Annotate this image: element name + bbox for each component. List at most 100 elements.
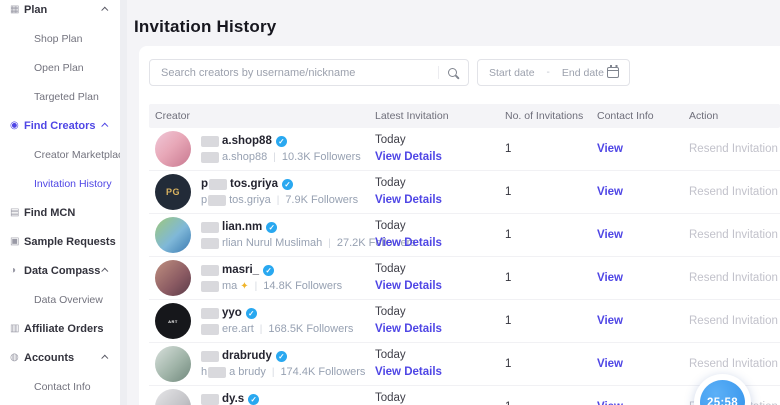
creator-cell[interactable]: masri_ ✓ ma ✦ | 14.8K Followers (155, 260, 375, 296)
creator-search-box[interactable] (149, 59, 469, 86)
creator-handle: tos.griya (230, 177, 278, 192)
sidebar-item-invitation-history[interactable]: Invitation History (0, 169, 120, 198)
sidebar-item-label: Targeted Plan (34, 91, 99, 103)
creator-avatar (155, 389, 191, 405)
view-details-link[interactable]: View Details (375, 279, 505, 294)
view-details-link[interactable]: View Details (375, 150, 505, 165)
creator-sub-line: h a brudy | 174.4K Followers (201, 365, 365, 380)
creator-avatar (155, 217, 191, 253)
view-details-link[interactable]: View Details (375, 322, 505, 337)
chevron-up-icon (101, 355, 108, 362)
follower-count: 14.8K Followers (263, 279, 342, 294)
creator-cell[interactable]: ART yyo ✓ ere.art | 168.5K Followers (155, 303, 375, 339)
follower-count: 174.4K Followers (280, 365, 365, 380)
view-details-link[interactable]: View Details (375, 236, 505, 251)
start-date-field[interactable]: Start date (489, 67, 535, 79)
sidebar-item-targeted-plan[interactable]: Targeted Plan (0, 82, 120, 111)
invitation-count: 1 (505, 272, 597, 284)
creator-nickname: a brudy (229, 365, 266, 380)
page-title: Invitation History (127, 0, 780, 37)
contact-view-link[interactable]: View (597, 358, 689, 370)
sidebar-item-data-compass[interactable]: ◑Data Compass (0, 256, 120, 285)
resend-invitation-button[interactable]: Resend Invitation (689, 315, 780, 327)
resend-invitation-button[interactable]: Resend Invitation (689, 272, 780, 284)
sidebar-item-label: Sample Requests (24, 236, 116, 248)
sidebar-item-accounts[interactable]: ◍Accounts (0, 343, 120, 372)
table-body: a.shop88 ✓ a.shop88 | 10.3K Followers To… (149, 128, 780, 405)
calendar-icon[interactable] (607, 67, 619, 78)
sidebar-item-label: Plan (24, 4, 47, 16)
sidebar-item-plan[interactable]: ▦Plan (0, 0, 120, 24)
col-header-contact-info: Contact Info (597, 110, 689, 122)
contact-view-link[interactable]: View (597, 229, 689, 241)
table-row: lian.nm ✓ rlian Nurul Muslimah | 27.2K F… (149, 214, 780, 257)
chevron-up-icon (101, 7, 108, 14)
divider: | (328, 236, 331, 251)
end-date-field[interactable]: End date (562, 67, 604, 79)
creator-sub-line: rlian Nurul Muslimah | 27.2K Followers (201, 236, 375, 251)
contact-view-link[interactable]: View (597, 315, 689, 327)
verified-badge-icon: ✓ (276, 351, 287, 362)
creator-cell[interactable]: drabrudy ✓ h a brudy | 174.4K Followers (155, 346, 375, 382)
chevron-up-icon (101, 268, 108, 275)
latest-invitation-date: Today (375, 305, 505, 320)
creator-avatar: PG (155, 174, 191, 210)
main-content: Invitation History Start date - End date… (127, 0, 780, 405)
latest-invitation-date: Today (375, 176, 505, 191)
creator-handle: lian.nm (222, 220, 262, 235)
resend-invitation-button[interactable]: Resend Invitation (689, 229, 780, 241)
sidebar-item-label: Contact Info (34, 381, 91, 393)
creator-sub-line: p tos.griya | 7.9K Followers (201, 193, 358, 208)
table-header-row: Creator Latest Invitation No. of Invitat… (149, 104, 780, 128)
search-input[interactable] (150, 67, 438, 79)
creator-name-block: masri_ ✓ ma ✦ | 14.8K Followers (201, 263, 342, 294)
search-icon[interactable] (448, 68, 457, 77)
contact-view-link[interactable]: View (597, 272, 689, 284)
sidebar-item-label: Creator Marketplace (34, 149, 129, 161)
sidebar-item-open-plan[interactable]: Open Plan (0, 53, 120, 82)
latest-invitation-cell: Today View Details (375, 348, 505, 380)
resend-invitation-button[interactable]: Resend Invitation (689, 143, 780, 155)
sidebar-item-affiliate-orders[interactable]: ▥Affiliate Orders (0, 314, 120, 343)
user-icon: ◍ (10, 353, 24, 363)
contact-view-link[interactable]: View (597, 143, 689, 155)
sidebar-item-contact-info[interactable]: Contact Info (0, 372, 120, 401)
sidebar-item-sample-requests[interactable]: ▣Sample Requests (0, 227, 120, 256)
resend-invitation-button[interactable]: Resend Invitation (689, 358, 780, 370)
sparkle-icon: ✦ (240, 279, 248, 294)
sidebar-item-creator-marketplace[interactable]: Creator Marketplace (0, 140, 120, 169)
date-range-picker[interactable]: Start date - End date (477, 59, 630, 86)
contact-view-link[interactable]: View (597, 186, 689, 198)
grid-icon: ▦ (10, 5, 24, 15)
latest-invitation-date: Today (375, 348, 505, 363)
session-timer-value: 25:58 (700, 380, 745, 405)
resend-invitation-button[interactable]: Resend Invitation (689, 186, 780, 198)
creator-cell[interactable]: PG p tos.griya ✓ p tos.griya | 7.9K Foll… (155, 174, 375, 210)
view-details-link[interactable]: View Details (375, 365, 505, 380)
creator-cell[interactable]: a.shop88 ✓ a.shop88 | 10.3K Followers (155, 131, 375, 167)
invitation-count: 1 (505, 315, 597, 327)
creator-handle-line: masri_ ✓ (201, 263, 342, 278)
sidebar-item-shop-plan[interactable]: Shop Plan (0, 24, 120, 53)
sidebar-item-label: Open Plan (34, 62, 84, 74)
censored-text-block (201, 351, 219, 362)
censored-text-block (208, 367, 226, 378)
view-details-link[interactable]: View Details (375, 193, 505, 208)
sidebar-scrollbar[interactable] (120, 0, 127, 405)
creator-cell[interactable]: lian.nm ✓ rlian Nurul Muslimah | 27.2K F… (155, 217, 375, 253)
avatar-label: ART (168, 319, 178, 324)
creator-handle: masri_ (222, 263, 259, 278)
sidebar-item-find-mcn[interactable]: ▤Find MCN (0, 198, 120, 227)
sidebar-item-find-creators[interactable]: ◉Find Creators (0, 111, 120, 140)
creator-name-block: a.shop88 ✓ a.shop88 | 10.3K Followers (201, 134, 361, 165)
date-range-separator: - (547, 67, 550, 78)
table-row: drabrudy ✓ h a brudy | 174.4K Followers … (149, 343, 780, 386)
censored-text-block (201, 238, 219, 249)
contact-view-link[interactable]: View (597, 401, 689, 405)
creator-handle-line: yyo ✓ (201, 306, 353, 321)
creator-cell[interactable]: dy.s ✓ | (155, 389, 375, 405)
sidebar-item-data-overview[interactable]: Data Overview (0, 285, 120, 314)
creator-handle-line: p tos.griya ✓ (201, 177, 358, 192)
clipboard-icon: ▥ (10, 324, 24, 334)
creator-name-block: dy.s ✓ | (201, 392, 259, 405)
